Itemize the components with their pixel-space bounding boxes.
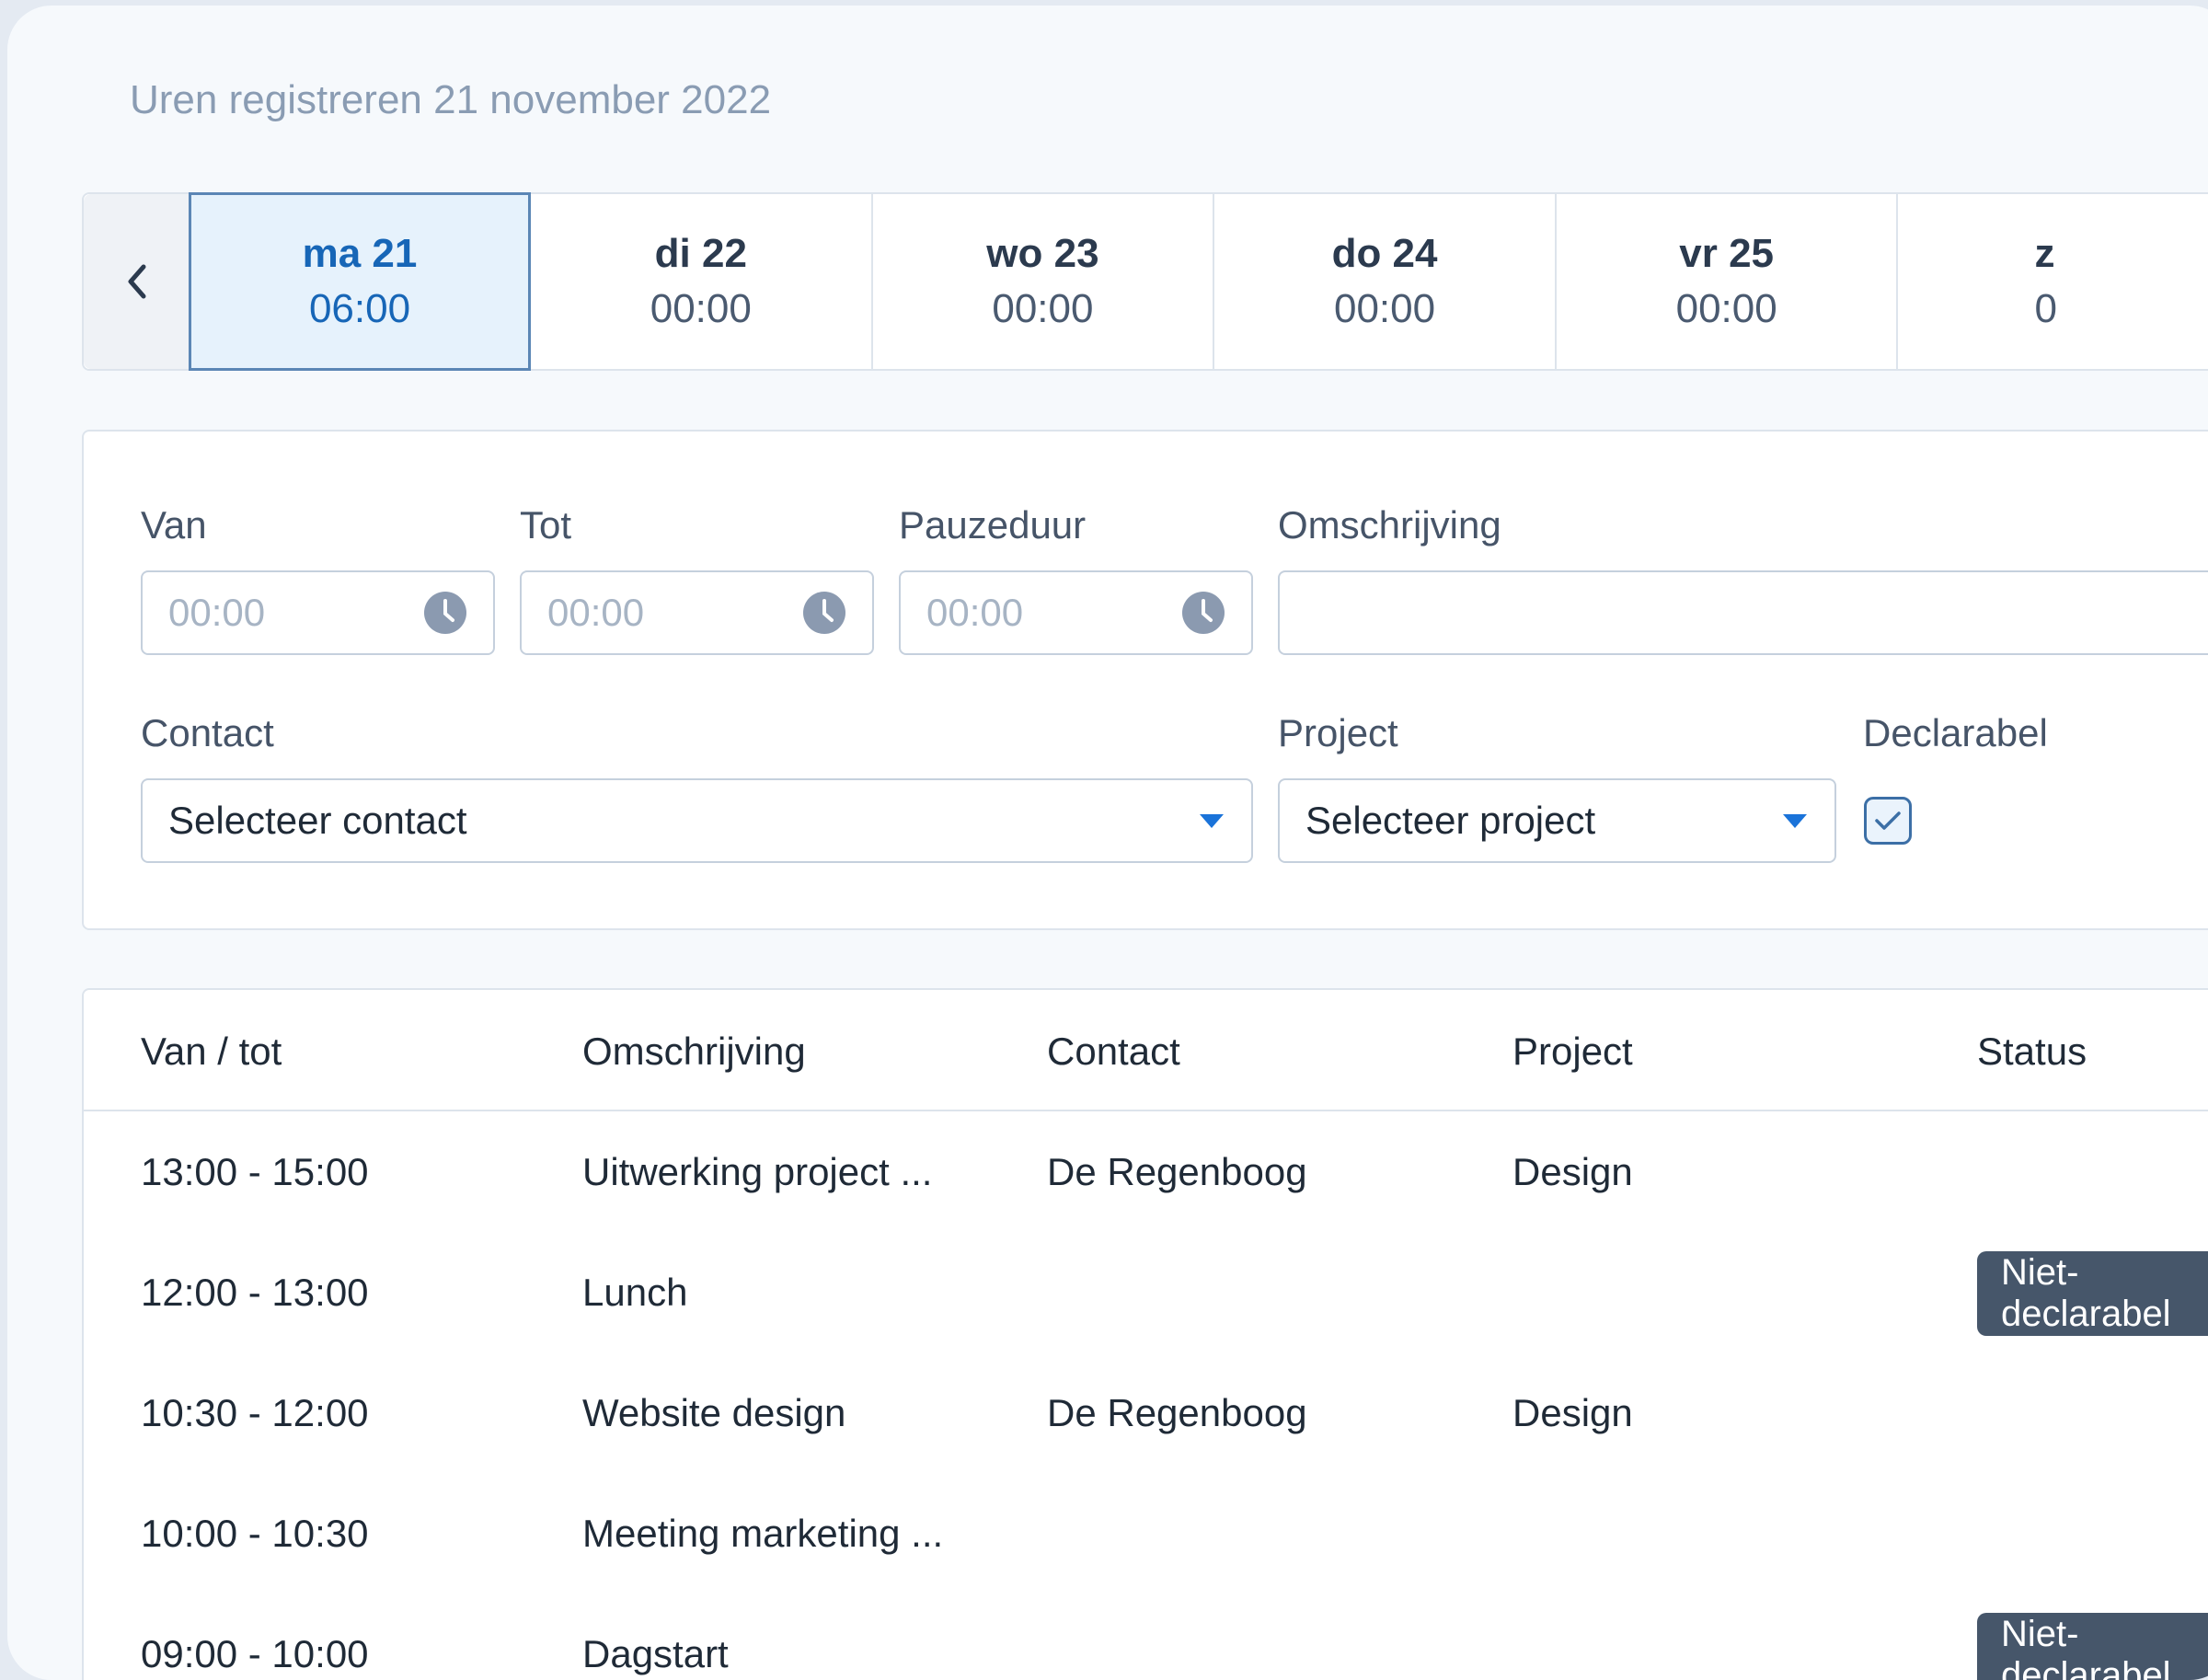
tot-placeholder: 00:00 — [547, 591, 645, 634]
chevron-left-icon — [128, 264, 146, 299]
clock-icon — [803, 592, 845, 634]
day-name: ma 21 — [302, 231, 418, 276]
pauzeduur-placeholder: 00:00 — [926, 591, 1024, 634]
caret-down-icon — [1200, 814, 1224, 828]
time-entry-form: Van 00:00 Tot 00:00 Pauzeduur 00:00 Omsc… — [82, 430, 2208, 930]
day-tab-di-22[interactable]: di 22 00:00 — [531, 194, 873, 369]
cell-van-tot: 10:00 - 10:30 — [141, 1512, 369, 1555]
clock-icon — [424, 592, 466, 634]
pauzeduur-label: Pauzeduur — [899, 503, 1087, 547]
status-badge: Niet-declarabel — [1977, 1613, 2208, 1680]
day-name: di 22 — [654, 231, 747, 276]
pauzeduur-input[interactable]: 00:00 — [899, 570, 1253, 655]
tot-time-input[interactable]: 00:00 — [520, 570, 874, 655]
day-name: vr 25 — [1679, 231, 1775, 276]
cell-van-tot: 09:00 - 10:00 — [141, 1632, 369, 1675]
contact-label: Contact — [141, 711, 274, 754]
cell-omschrijving: Website design — [582, 1391, 846, 1434]
cell-omschrijving: Lunch — [582, 1271, 688, 1314]
caret-down-icon — [1783, 814, 1807, 828]
day-tab-vr-25[interactable]: vr 25 00:00 — [1557, 194, 1899, 369]
day-total-time: 0 — [2034, 286, 2057, 331]
van-label: Van — [141, 503, 207, 547]
day-total-time: 00:00 — [1333, 286, 1436, 331]
column-header-van-tot[interactable]: Van / tot — [141, 1030, 282, 1074]
column-header-project[interactable]: Project — [1512, 1030, 1633, 1074]
cell-van-tot: 10:30 - 12:00 — [141, 1391, 369, 1434]
day-total-time: 00:00 — [1675, 286, 1777, 331]
van-time-input[interactable]: 00:00 — [141, 570, 495, 655]
column-header-contact[interactable]: Contact — [1047, 1030, 1180, 1074]
day-total-time: 06:00 — [308, 286, 411, 331]
project-label: Project — [1278, 711, 1398, 754]
project-select[interactable]: Selecteer project — [1278, 778, 1836, 863]
contact-select-value: Selecteer contact — [168, 799, 467, 842]
cell-contact: De Regenboog — [1047, 1391, 1307, 1434]
cell-contact: De Regenboog — [1047, 1150, 1307, 1193]
cell-omschrijving: Dagstart — [582, 1632, 729, 1675]
cell-van-tot: 13:00 - 15:00 — [141, 1150, 369, 1193]
day-name: wo 23 — [986, 231, 1099, 276]
van-placeholder: 00:00 — [168, 591, 266, 634]
tot-label: Tot — [520, 503, 572, 547]
column-header-omschrijving[interactable]: Omschrijving — [582, 1030, 806, 1074]
declarabel-label: Declarabel — [1863, 711, 2048, 754]
contact-select[interactable]: Selecteer contact — [141, 778, 1253, 863]
status-badge: Niet-declarabel — [1977, 1251, 2208, 1336]
column-header-status[interactable]: Status — [1977, 1030, 2087, 1074]
table-header: Van / tot Omschrijving Contact Project S… — [84, 990, 2208, 1111]
previous-week-button[interactable] — [84, 194, 191, 369]
time-entries-table: Van / tot Omschrijving Contact Project S… — [82, 988, 2208, 1680]
cell-project: Design — [1512, 1391, 1633, 1434]
day-name: do 24 — [1331, 231, 1438, 276]
cell-van-tot: 12:00 - 13:00 — [141, 1271, 369, 1314]
cell-omschrijving: Uitwerking project ... — [582, 1150, 933, 1193]
cell-omschrijving: Meeting marketing ... — [582, 1512, 944, 1555]
day-total-time: 00:00 — [992, 286, 1094, 331]
day-navigation: ma 21 06:00 di 22 00:00 wo 23 00:00 do 2… — [82, 192, 2208, 371]
day-tab-za-26[interactable]: z 0 — [1898, 194, 2208, 369]
app-window: Uren registreren 21 november 2022 ma 21 … — [7, 6, 2208, 1680]
declarabel-checkbox[interactable] — [1864, 797, 1912, 845]
omschrijving-label: Omschrijving — [1278, 503, 1501, 547]
day-total-time: 00:00 — [650, 286, 752, 331]
page-title: Uren registreren 21 november 2022 — [130, 77, 772, 122]
day-tab-do-24[interactable]: do 24 00:00 — [1214, 194, 1557, 369]
omschrijving-input[interactable] — [1278, 570, 2208, 655]
day-name: z — [2034, 231, 2055, 276]
project-select-value: Selecteer project — [1305, 799, 1596, 842]
cell-project: Design — [1512, 1150, 1633, 1193]
day-tab-wo-23[interactable]: wo 23 00:00 — [873, 194, 1215, 369]
checkmark-icon — [1875, 811, 1901, 830]
clock-icon — [1182, 592, 1225, 634]
day-tab-ma-21[interactable]: ma 21 06:00 — [189, 192, 531, 371]
